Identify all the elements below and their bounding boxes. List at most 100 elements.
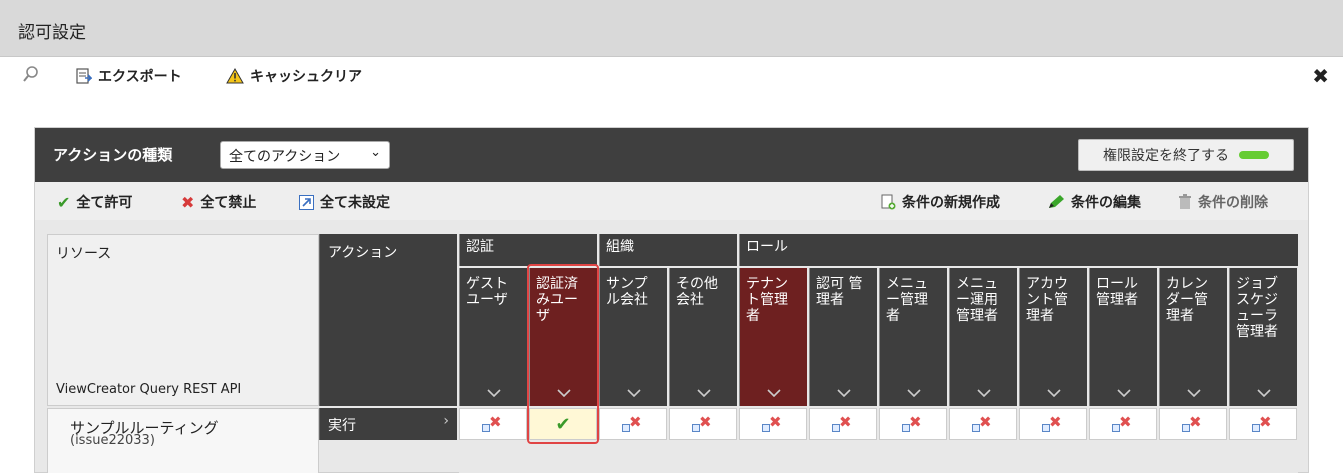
row-action-label: 実行 [328, 418, 356, 434]
column-header-label: メニュ ー運用 管理者 [956, 276, 998, 324]
chevron-down-icon[interactable] [460, 386, 527, 400]
permission-cell[interactable]: ✖ [809, 408, 877, 440]
authorization-panel: アクションの種類 全てのアクション ⌄ 権限設定を終了する ✔ 全て許可 ✖ 全… [34, 127, 1309, 473]
column-header-10[interactable]: ロール 管理者 [1089, 268, 1157, 406]
column-header-4[interactable]: その他 会社 [669, 268, 737, 406]
deny-icon: ✖ [622, 413, 644, 432]
cache-clear-button[interactable]: キャッシュクリア [226, 66, 362, 86]
column-header-5[interactable]: テナン ト管理者 [739, 268, 807, 406]
chevron-down-icon[interactable] [530, 386, 597, 400]
unset-all-button[interactable]: 全て未設定 [299, 192, 390, 212]
chevron-down-icon[interactable] [1230, 386, 1297, 400]
new-condition-label: 条件の新規作成 [902, 195, 1000, 211]
edit-condition-button[interactable]: 条件の編集 [1047, 192, 1141, 212]
action-header-cell: アクション [319, 234, 457, 406]
delete-condition-label: 条件の削除 [1198, 195, 1268, 211]
deny-icon: ✖ [832, 413, 854, 432]
new-document-icon [881, 194, 896, 210]
finish-permission-label: 権限設定を終了する [1103, 148, 1229, 164]
cache-clear-label: キャッシュクリア [250, 69, 362, 85]
chevron-down-icon[interactable] [1020, 386, 1087, 400]
column-header-label: ゲスト ユーザ [466, 276, 508, 308]
column-header-12[interactable]: ジョブ スケジ ューラ 管理者 [1229, 268, 1297, 406]
cross-icon: ✖ [181, 192, 195, 212]
allow-all-button[interactable]: ✔ 全て許可 [57, 192, 132, 212]
permission-cell[interactable]: ✖ [1159, 408, 1227, 440]
empty-area [459, 440, 1298, 473]
finish-permission-button[interactable]: 権限設定を終了する [1078, 139, 1294, 171]
chevron-down-icon[interactable] [880, 386, 947, 400]
search-icon[interactable] [22, 65, 40, 83]
deny-icon: ✖ [1042, 413, 1064, 432]
delete-condition-button[interactable]: 条件の削除 [1178, 192, 1268, 212]
chevron-down-icon[interactable] [600, 386, 667, 400]
deny-icon: ✖ [1252, 413, 1274, 432]
title-bar: 認可設定 [0, 0, 1343, 57]
chevron-down-icon[interactable] [950, 386, 1017, 400]
row-resource-cell: サンプルルーティング (issue22033) [47, 408, 319, 473]
permission-cell[interactable]: ✖ [949, 408, 1017, 440]
resource-header: リソース [56, 246, 112, 262]
column-header-label: 認証済 みユーザ [536, 276, 578, 324]
permission-cell[interactable]: ✖ [1229, 408, 1297, 440]
panel-header: アクションの種類 全てのアクション ⌄ 権限設定を終了する [35, 128, 1308, 182]
permission-cell[interactable]: ✖ [599, 408, 667, 440]
chevron-right-icon: › [443, 413, 449, 429]
column-header-label: ロール 管理者 [1096, 276, 1138, 308]
action-type-label: アクションの種類 [53, 146, 173, 164]
trash-icon [1179, 194, 1191, 209]
unset-all-label: 全て未設定 [320, 195, 390, 211]
close-icon[interactable]: ✖ [1312, 64, 1329, 88]
deny-icon: ✖ [762, 413, 784, 432]
column-header-1[interactable]: ゲスト ユーザ [459, 268, 527, 406]
permission-cell[interactable]: ✖ [879, 408, 947, 440]
export-button[interactable]: エクスポート [76, 66, 182, 86]
column-header-label: 認可 管理者 [816, 276, 863, 308]
row-resource-sub: (issue22033) [70, 433, 155, 448]
permission-cell[interactable]: ✖ [739, 408, 807, 440]
permission-cell[interactable]: ✔ [529, 408, 597, 440]
chevron-down-icon: ⌄ [370, 145, 381, 160]
deny-icon: ✖ [692, 413, 714, 432]
deny-icon: ✖ [1112, 413, 1134, 432]
column-header-label: テナン ト管理者 [746, 276, 788, 324]
row-action-cell[interactable]: 実行 › [319, 408, 457, 440]
deny-all-button[interactable]: ✖ 全て禁止 [181, 192, 256, 212]
permission-cell[interactable]: ✖ [1089, 408, 1157, 440]
export-label: エクスポート [98, 69, 182, 85]
chevron-down-icon[interactable] [1090, 386, 1157, 400]
column-header-label: メニュ ー管理者 [886, 276, 928, 324]
deny-icon: ✖ [482, 413, 504, 432]
group-header-org: 組織 [599, 234, 737, 266]
permission-cell[interactable]: ✖ [669, 408, 737, 440]
column-header-7[interactable]: メニュ ー管理者 [879, 268, 947, 406]
new-condition-button[interactable]: 条件の新規作成 [880, 192, 1000, 212]
group-header-auth: 認証 [459, 234, 597, 266]
chevron-down-icon[interactable] [810, 386, 877, 400]
edit-condition-label: 条件の編集 [1071, 195, 1141, 211]
warning-icon [226, 68, 244, 84]
column-header-8[interactable]: メニュ ー運用 管理者 [949, 268, 1017, 406]
column-header-6[interactable]: 認可 管理者 [809, 268, 877, 406]
bulk-actions-row: ✔ 全て許可 ✖ 全て禁止 全て未設定 条件の新規作成 条件の編集 条件の削除 [35, 182, 1308, 220]
column-header-9[interactable]: アカウ ント管 理者 [1019, 268, 1087, 406]
column-header-2[interactable]: 認証済 みユーザ [529, 268, 597, 406]
permission-cell[interactable]: ✖ [459, 408, 527, 440]
column-header-label: ジョブ スケジ ューラ 管理者 [1236, 276, 1278, 340]
column-header-11[interactable]: カレン ダー管 理者 [1159, 268, 1227, 406]
allow-all-label: 全て許可 [76, 195, 133, 211]
column-header-3[interactable]: サンプ ル会社 [599, 268, 667, 406]
resource-header-cell: リソース ViewCreator Query REST API [47, 234, 319, 406]
column-header-label: カレン ダー管 理者 [1166, 276, 1208, 324]
chevron-down-icon[interactable] [670, 386, 737, 400]
permission-cell[interactable]: ✖ [1019, 408, 1087, 440]
chevron-down-icon[interactable] [1160, 386, 1227, 400]
deny-icon: ✖ [902, 413, 924, 432]
action-type-select[interactable]: 全てのアクション ⌄ [220, 141, 390, 169]
permission-grid: リソース ViewCreator Query REST API アクション 認証… [47, 234, 1298, 473]
deny-all-label: 全て禁止 [200, 195, 257, 211]
deny-icon: ✖ [972, 413, 994, 432]
export-icon [76, 68, 92, 84]
chevron-down-icon[interactable] [740, 386, 807, 400]
column-header-label: アカウ ント管 理者 [1026, 276, 1068, 324]
